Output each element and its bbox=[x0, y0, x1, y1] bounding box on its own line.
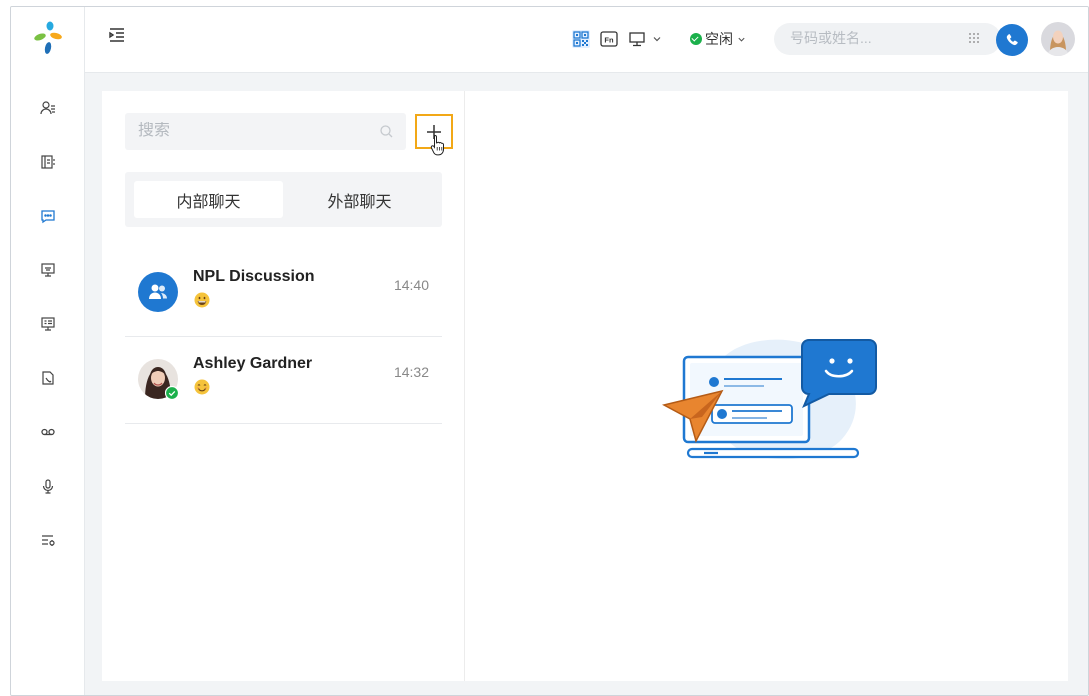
dial-input[interactable] bbox=[790, 30, 940, 46]
user-avatar[interactable] bbox=[1041, 22, 1075, 56]
group-avatar bbox=[138, 272, 178, 312]
chevron-down-icon bbox=[738, 37, 745, 42]
dial-search-box bbox=[774, 23, 1001, 55]
search-icon[interactable] bbox=[379, 124, 394, 139]
call-button[interactable] bbox=[996, 24, 1028, 56]
chevron-down-icon bbox=[653, 37, 661, 42]
app-window: Fn 空闲 号码或姓名... 搜索 内部聊天 外部聊天 NPL Discussi… bbox=[10, 6, 1089, 696]
chat-icon bbox=[41, 210, 55, 224]
chat-time: 14:40 bbox=[393, 277, 429, 293]
chat-time: 14:32 bbox=[393, 364, 429, 380]
search-box bbox=[125, 113, 406, 150]
voicemail-icon bbox=[41, 428, 55, 436]
chat-list-item[interactable]: Ashley Gardner 14:32 bbox=[125, 337, 442, 424]
function-key-button[interactable]: Fn bbox=[599, 29, 619, 49]
chat-list-item[interactable]: NPL Discussion 14:40 bbox=[125, 250, 442, 337]
nav-recordings[interactable] bbox=[35, 473, 61, 499]
desktop-device-button[interactable] bbox=[628, 29, 666, 49]
group-icon bbox=[138, 272, 178, 312]
sidebar bbox=[11, 7, 85, 695]
contacts-icon bbox=[40, 101, 55, 115]
microphone-icon bbox=[42, 479, 54, 494]
chat-page: 内部聊天 外部聊天 NPL Discussion 14:40 bbox=[102, 91, 1068, 681]
smiling-face-icon bbox=[194, 379, 210, 395]
chat-name: NPL Discussion bbox=[193, 268, 315, 285]
nav-contacts[interactable] bbox=[35, 95, 61, 121]
chat-type-tabs: 内部聊天 外部聊天 bbox=[125, 172, 442, 227]
phonebook-icon bbox=[41, 155, 55, 169]
user-avatar-image bbox=[1041, 22, 1075, 56]
expand-menu-icon[interactable] bbox=[107, 25, 127, 45]
tab-internal-chat[interactable]: 内部聊天 bbox=[134, 181, 283, 218]
call-log-icon bbox=[42, 371, 54, 385]
online-status-icon bbox=[690, 33, 702, 45]
phone-icon bbox=[1006, 34, 1018, 46]
function-key-icon: Fn bbox=[600, 31, 618, 47]
app-logo bbox=[34, 21, 62, 54]
keypad-icon[interactable] bbox=[967, 32, 981, 46]
nav-monitor[interactable] bbox=[35, 311, 61, 337]
nav-settings[interactable] bbox=[35, 527, 61, 553]
chat-list-panel: 内部聊天 外部聊天 NPL Discussion 14:40 bbox=[102, 91, 465, 681]
tab-external-chat[interactable]: 外部聊天 bbox=[285, 181, 434, 218]
nav-chat[interactable] bbox=[35, 203, 61, 229]
nav-phonebook[interactable] bbox=[35, 149, 61, 175]
qr-code-icon bbox=[572, 30, 590, 48]
qr-code-button[interactable] bbox=[571, 29, 591, 49]
topbar: Fn 空闲 bbox=[85, 7, 1088, 73]
conference-icon bbox=[41, 263, 55, 277]
presence-status-dropdown[interactable]: 空闲 bbox=[690, 29, 746, 49]
grinning-face-icon bbox=[194, 292, 210, 308]
empty-chat-illustration bbox=[662, 339, 877, 460]
nav-voicemail[interactable] bbox=[35, 419, 61, 445]
hand-cursor-icon bbox=[430, 134, 444, 156]
presence-status-label: 空闲 bbox=[705, 31, 733, 47]
contact-avatar bbox=[138, 359, 179, 400]
online-status-icon bbox=[165, 386, 179, 400]
svg-text:Fn: Fn bbox=[604, 36, 614, 45]
search-input[interactable] bbox=[138, 122, 358, 140]
nav-call-log[interactable] bbox=[35, 365, 61, 391]
desktop-icon bbox=[629, 32, 645, 47]
nav-conference[interactable] bbox=[35, 257, 61, 283]
monitor-icon bbox=[41, 317, 55, 331]
settings-list-icon bbox=[42, 535, 55, 546]
chat-name: Ashley Gardner bbox=[193, 355, 313, 372]
